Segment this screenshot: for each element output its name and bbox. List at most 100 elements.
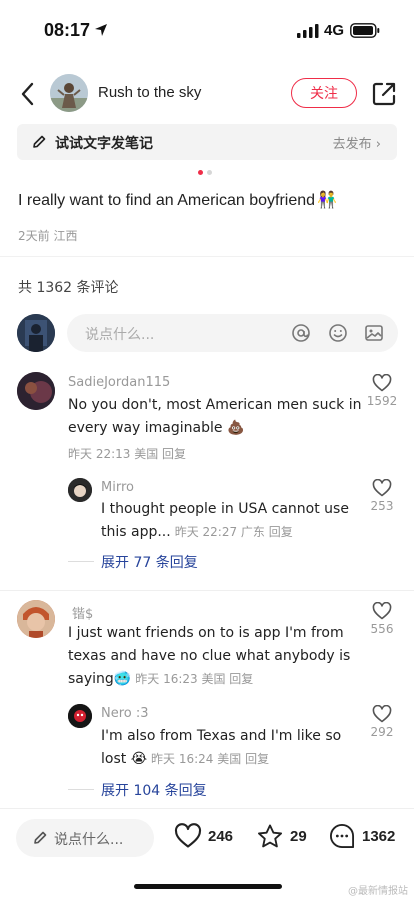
reply-avatar-image: [68, 478, 92, 502]
share-icon[interactable]: [370, 80, 398, 108]
comment-input[interactable]: 说点什么...: [67, 314, 398, 352]
bottom-action-bar: 说点什么... 246 29 1362: [0, 808, 414, 864]
location-arrow-icon: [95, 24, 107, 36]
reply-meta: 昨天 22:27 广东 回复: [174, 525, 293, 539]
watermark: @最新情报站: [348, 886, 408, 897]
status-time: 08:17: [44, 20, 91, 40]
divider: [0, 256, 414, 257]
comment-separator: [0, 590, 414, 591]
pen-icon: [33, 135, 46, 148]
post-header: Rush to the sky 关注: [0, 70, 414, 118]
comment-meta: 昨天 22:13 美国 回复: [68, 447, 187, 461]
image-icon[interactable]: [364, 323, 384, 343]
back-button[interactable]: [14, 80, 40, 108]
post-text-content: I really want to find an American boyfri…: [18, 192, 316, 209]
comment-input-placeholder: 说点什么...: [85, 327, 155, 343]
reply-avatar[interactable]: [68, 478, 92, 502]
heart-icon: [372, 705, 392, 723]
bottom-comment-input[interactable]: 说点什么...: [16, 819, 154, 857]
comment-input-row: 说点什么...: [0, 312, 414, 354]
comment-total-count: 1362: [362, 827, 396, 845]
heart-icon: [372, 479, 392, 497]
heart-icon: [174, 823, 202, 848]
reply-text-content: lost 😭: [101, 751, 148, 767]
reply-text-line: I thought people in USA cannot use: [101, 501, 349, 517]
collect-button[interactable]: 29: [256, 821, 307, 851]
comment-item: SadieJordan115 No you don't, most Americ…: [0, 370, 414, 590]
status-bar: 08:17 4G: [0, 0, 414, 60]
commenter-name[interactable]: SadieJordan115: [68, 375, 170, 390]
my-avatar-image: [17, 314, 55, 352]
comment-like-count: 556: [370, 622, 394, 636]
reply-meta: 昨天 16:24 美国 回复: [151, 752, 270, 766]
text-note-bar[interactable]: 试试文字发笔记 去发布 ›: [17, 124, 397, 160]
publish-link[interactable]: 去发布 ›: [333, 133, 381, 152]
reply-avatar[interactable]: [68, 704, 92, 728]
star-icon: [257, 823, 283, 847]
reply-like[interactable]: 253: [364, 479, 400, 513]
pen-icon: [34, 831, 47, 844]
comment-text-line: every way imaginable 💩: [68, 420, 245, 436]
collect-count: 29: [290, 827, 307, 845]
reply-name[interactable]: Nero :3: [101, 706, 149, 721]
carousel-dot-active: [198, 170, 203, 175]
reply-name[interactable]: Mirro: [101, 480, 134, 495]
comment-like[interactable]: 1592: [364, 374, 400, 408]
commenter-name[interactable]: 锴$: [72, 603, 93, 622]
reply-text-line-2: lost 😭 昨天 16:24 美国 回复: [101, 748, 341, 771]
mention-icon[interactable]: [291, 323, 311, 343]
comment-button[interactable]: 1362: [328, 821, 395, 851]
reply-like-count: 253: [370, 499, 394, 513]
reply-like-count: 292: [370, 725, 394, 739]
bottom-input-placeholder: 说点什么...: [54, 832, 124, 848]
post-text: I really want to find an American boyfri…: [18, 190, 337, 210]
comment-text-line: No you don't, most American men suck in: [68, 397, 362, 413]
post-meta: 2天前 江西: [18, 229, 78, 243]
comment-bubble-icon: [330, 823, 355, 849]
chevron-left-icon: [21, 82, 34, 106]
author-avatar[interactable]: [50, 74, 88, 112]
reply-text-line-2: this app... 昨天 22:27 广东 回复: [101, 521, 349, 544]
signal-icon: [297, 24, 319, 38]
author-name[interactable]: Rush to the sky: [98, 84, 201, 101]
my-avatar: [17, 314, 55, 352]
comment-text-line: texas and have no clue what anybody is: [68, 648, 351, 664]
reply-text: I'm also from Texas and I'm like so lost…: [101, 725, 341, 771]
comment-item: 锴$ I just want friends on to is app I'm …: [0, 598, 414, 803]
comment-text-line-3: saying🥶 昨天 16:23 美国 回复: [68, 668, 350, 691]
carousel-dot: [207, 170, 212, 175]
text-note-label: 试试文字发笔记: [55, 136, 153, 152]
comment-text: No you don't, most American men suck in …: [68, 394, 362, 440]
heart-icon: [372, 374, 392, 392]
like-count: 246: [208, 827, 234, 845]
comment-like[interactable]: 556: [364, 602, 400, 636]
comment-count: 共 1362 条评论: [18, 280, 119, 296]
commenter-avatar[interactable]: [17, 372, 55, 410]
post-emoji: 👫: [317, 192, 337, 209]
commenter-avatar-image: [17, 600, 55, 638]
comment-text: I just want friends on to is app I'm fro…: [68, 622, 350, 691]
expand-replies-button[interactable]: 展开 104 条回复: [101, 780, 207, 800]
follow-button[interactable]: 关注: [291, 78, 357, 108]
carousel-dots: [198, 170, 212, 176]
reply-avatar-image: [68, 704, 92, 728]
reply-text-line: I'm also from Texas and I'm like so: [101, 728, 342, 744]
expand-replies-button[interactable]: 展开 77 条回复: [101, 552, 198, 572]
comment-text-content: saying🥶: [68, 671, 132, 687]
commenter-avatar[interactable]: [17, 600, 55, 638]
comment-like-count: 1592: [366, 394, 398, 408]
expand-divider: [68, 789, 94, 790]
reply-text: I thought people in USA cannot use this …: [101, 498, 349, 544]
reply-text-content: this app...: [101, 524, 171, 540]
comment-text-line: I just want friends on to is app I'm fro…: [68, 625, 344, 641]
network-type: 4G: [324, 22, 345, 39]
reply-like[interactable]: 292: [364, 705, 400, 739]
comment-meta: 昨天 16:23 美国 回复: [135, 672, 254, 686]
expand-divider: [68, 561, 94, 562]
emoji-icon[interactable]: [328, 323, 348, 343]
like-button[interactable]: 246: [174, 821, 233, 851]
home-indicator: [134, 884, 282, 889]
battery-icon: [350, 23, 380, 38]
heart-icon: [372, 602, 392, 620]
author-avatar-image: [50, 74, 88, 112]
